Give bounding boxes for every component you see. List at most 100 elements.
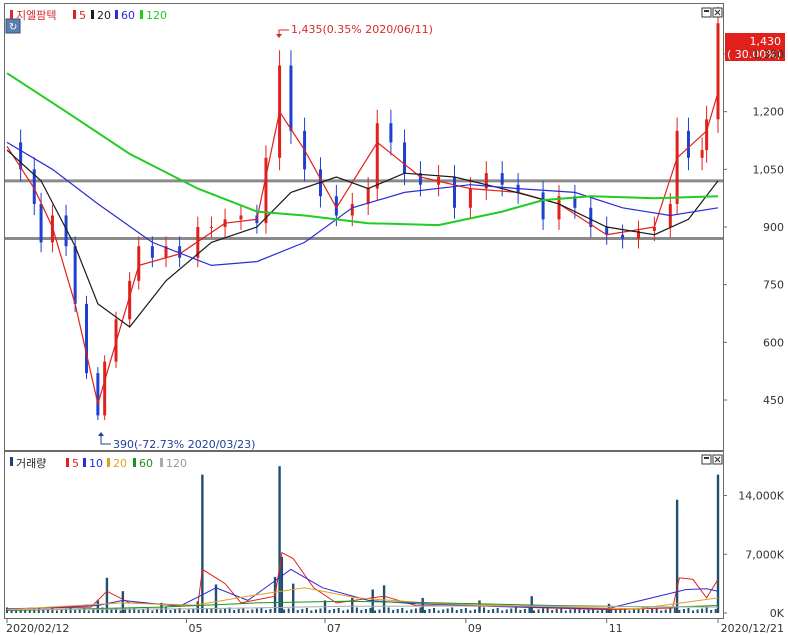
volume-bar — [187, 609, 190, 613]
volume-bar — [460, 608, 463, 613]
volume-bar — [664, 609, 667, 613]
volume-bar — [360, 609, 363, 613]
candle-body — [39, 203, 43, 243]
vma20-marker — [107, 458, 110, 467]
volume-bar — [419, 607, 422, 613]
volume-bar — [333, 608, 336, 613]
volume-bar — [646, 609, 649, 613]
vma10-marker — [83, 458, 86, 467]
maximize-icon-bar — [704, 457, 709, 459]
title-marker — [10, 10, 13, 19]
volume-bar — [174, 608, 177, 613]
volume-bar — [464, 607, 467, 613]
candle-body — [209, 227, 213, 228]
volume-bar — [355, 607, 358, 613]
candle-body — [350, 203, 354, 216]
volume-bar — [469, 610, 472, 613]
volume-bar — [373, 610, 376, 613]
volume-bar — [392, 609, 395, 613]
volume-bar — [155, 609, 158, 613]
volume-bar — [342, 610, 345, 613]
ma20-label: 20 — [97, 9, 111, 22]
candle-body — [716, 23, 720, 120]
volume-bar — [133, 607, 136, 613]
x-tick-label: 07 — [327, 622, 341, 635]
volume-bar — [201, 474, 204, 613]
volume-bar — [119, 610, 122, 613]
volume-bar — [269, 608, 272, 613]
volume-bar — [137, 609, 140, 613]
volume-bar — [246, 610, 249, 613]
volume-bar — [551, 609, 554, 613]
price-y-axis: 1,350 1,200 1,050 900 750 600 450 — [723, 48, 784, 407]
volume-bar — [510, 608, 513, 613]
price-y-tick-label: 600 — [763, 336, 784, 349]
x-axis: 2020/02/12 05 07 09 11 2020/12/21 — [6, 618, 784, 635]
volume-bar — [428, 608, 431, 613]
candle-body — [621, 234, 625, 239]
volume-bar — [673, 607, 676, 613]
candle-body — [289, 65, 293, 131]
volume-bar — [687, 607, 690, 613]
volume-bar — [242, 607, 245, 613]
maximize-icon[interactable] — [701, 454, 712, 465]
volume-bar — [280, 556, 284, 613]
volume-bar — [501, 610, 504, 613]
maximize-icon[interactable] — [701, 7, 712, 18]
volume-bar — [714, 608, 717, 613]
volume-bar — [301, 608, 304, 613]
volume-bar — [396, 608, 399, 613]
x-tick-label: 05 — [188, 622, 202, 635]
ma60-marker — [115, 10, 118, 19]
candle-body — [675, 130, 679, 204]
volume-bar — [92, 609, 95, 613]
high-annotation-text: 1,435(0.35% 2020/06/11) — [291, 23, 433, 36]
volume-bar — [632, 609, 635, 613]
volume-bar — [205, 608, 208, 613]
volume-y-axis: 14,000K 7,000K 0K — [723, 490, 785, 620]
x-tick-label: 11 — [609, 622, 623, 635]
volume-bar — [314, 609, 317, 613]
volume-bar — [442, 609, 445, 613]
candle-body — [103, 361, 107, 416]
volume-bar — [337, 607, 340, 613]
volume-bar — [542, 608, 545, 613]
stock-chart: ↻ 지엘팜텍 5 20 60 120 거래량 5 10 20 60 120 1,… — [4, 3, 785, 635]
current-price: 1,430 — [750, 35, 782, 48]
ma5-label: 5 — [79, 9, 86, 22]
candle-body — [705, 119, 709, 151]
vma5-marker — [66, 458, 69, 467]
candle-body — [137, 246, 141, 281]
candle-body — [686, 130, 690, 158]
volume-bar — [483, 607, 486, 613]
ma20-marker — [91, 10, 94, 19]
volume-bar — [564, 610, 567, 613]
volume-bar — [455, 609, 458, 613]
volume-bar — [96, 600, 100, 613]
volume-bar — [387, 607, 390, 613]
volume-bar — [505, 609, 508, 613]
vma60-marker — [133, 458, 136, 467]
volume-bar — [678, 609, 681, 613]
volume-bar — [74, 609, 77, 613]
volume-bar — [523, 608, 526, 613]
volume-bar — [682, 608, 685, 613]
candle-body — [366, 188, 370, 204]
candle-body — [541, 192, 545, 220]
volume-bar — [716, 474, 720, 613]
volume-bar — [410, 609, 413, 613]
volume-bar — [219, 609, 222, 613]
volume-bar — [42, 609, 45, 613]
volume-bar — [364, 608, 367, 613]
candle-body — [389, 123, 393, 143]
volume-y-tick-label: 0K — [770, 607, 785, 620]
price-panel-frame — [4, 3, 724, 451]
volume-bar — [514, 607, 517, 613]
volume-bar — [451, 607, 454, 613]
volume-bar — [660, 610, 663, 613]
volume-bar — [519, 609, 522, 613]
high-annotation: 1,435(0.35% 2020/06/11) — [276, 23, 433, 38]
volume-bar — [414, 608, 417, 613]
volume-bar — [537, 609, 540, 613]
volume-bar — [105, 577, 109, 613]
